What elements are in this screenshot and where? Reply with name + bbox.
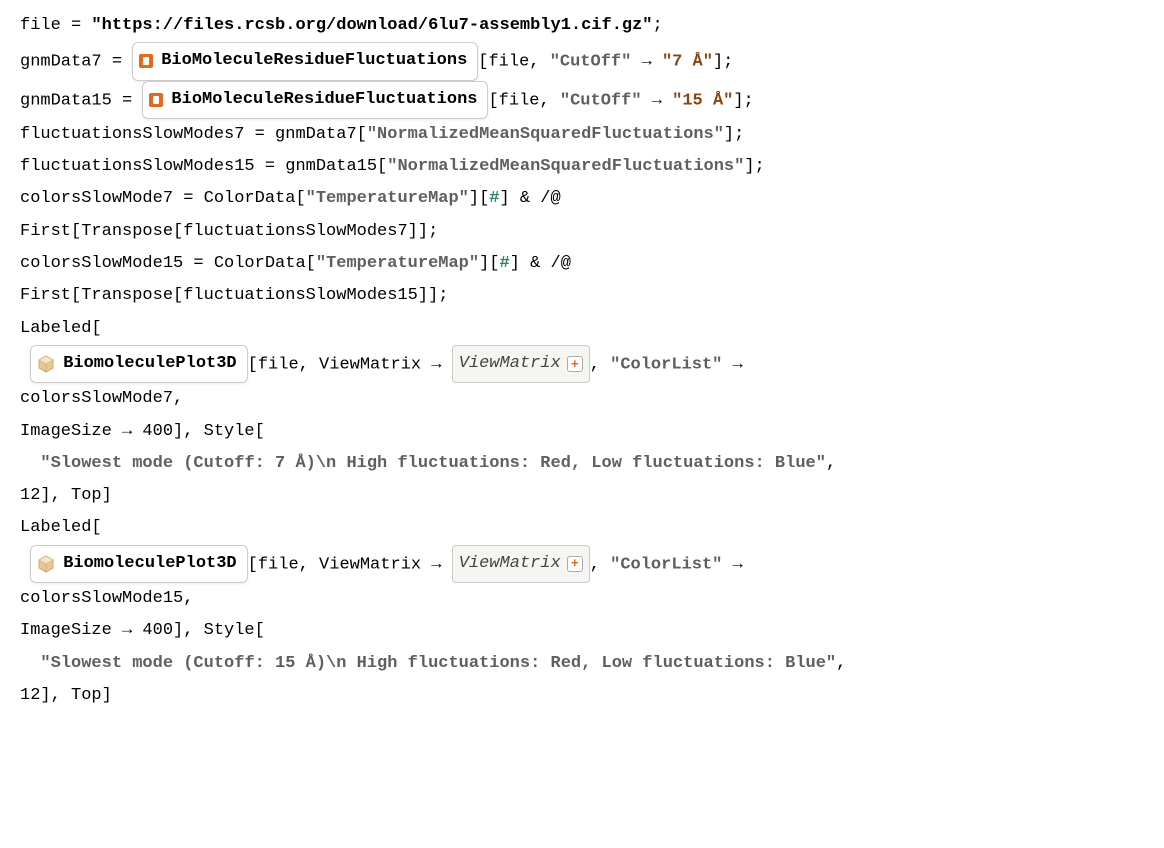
paclet-function-box[interactable]: BiomoleculePlot3D [30, 545, 247, 583]
cube-icon [35, 353, 57, 375]
code-line-20: "Slowest mode (Cutoff: 15 Å)\n High fluc… [20, 648, 1144, 680]
plus-icon[interactable]: + [567, 356, 583, 372]
code-line-3: gnmData15 = BioMoleculeResidueFluctuatio… [20, 81, 1144, 119]
resource-function-box[interactable]: BioMoleculeResidueFluctuations [132, 42, 478, 80]
code-block: file = "https://files.rcsb.org/download/… [20, 10, 1144, 712]
code-line-7: First[Transpose[fluctuationsSlowModes7]]… [20, 216, 1144, 248]
code-line-11: BiomoleculePlot3D[file, ViewMatrix → Vie… [20, 345, 1144, 383]
code-line-18: colorsSlowMode15, [20, 583, 1144, 615]
resource-icon [137, 52, 155, 70]
viewmatrix-box[interactable]: ViewMatrix+ [452, 545, 590, 583]
code-line-6: colorsSlowMode7 = ColorData["Temperature… [20, 183, 1144, 215]
code-line-8: colorsSlowMode15 = ColorData["Temperatur… [20, 248, 1144, 280]
resource-function-box[interactable]: BioMoleculeResidueFluctuations [142, 81, 488, 119]
resource-icon [147, 91, 165, 109]
code-line-13: ImageSize → 400], Style[ [20, 416, 1144, 448]
cube-icon [35, 553, 57, 575]
code-line-14: "Slowest mode (Cutoff: 7 Å)\n High fluct… [20, 448, 1144, 480]
code-line-16: Labeled[ [20, 512, 1144, 544]
code-line-1: file = "https://files.rcsb.org/download/… [20, 10, 1144, 42]
code-line-17: BiomoleculePlot3D[file, ViewMatrix → Vie… [20, 545, 1144, 583]
plus-icon[interactable]: + [567, 556, 583, 572]
code-line-5: fluctuationsSlowModes15 = gnmData15["Nor… [20, 151, 1144, 183]
code-line-10: Labeled[ [20, 313, 1144, 345]
code-line-12: colorsSlowMode7, [20, 383, 1144, 415]
viewmatrix-box[interactable]: ViewMatrix+ [452, 345, 590, 383]
code-line-9: First[Transpose[fluctuationsSlowModes15]… [20, 280, 1144, 312]
code-line-21: 12], Top] [20, 680, 1144, 712]
code-line-4: fluctuationsSlowModes7 = gnmData7["Norma… [20, 119, 1144, 151]
code-line-15: 12], Top] [20, 480, 1144, 512]
paclet-function-box[interactable]: BiomoleculePlot3D [30, 345, 247, 383]
code-line-19: ImageSize → 400], Style[ [20, 615, 1144, 647]
code-line-2: gnmData7 = BioMoleculeResidueFluctuation… [20, 42, 1144, 80]
